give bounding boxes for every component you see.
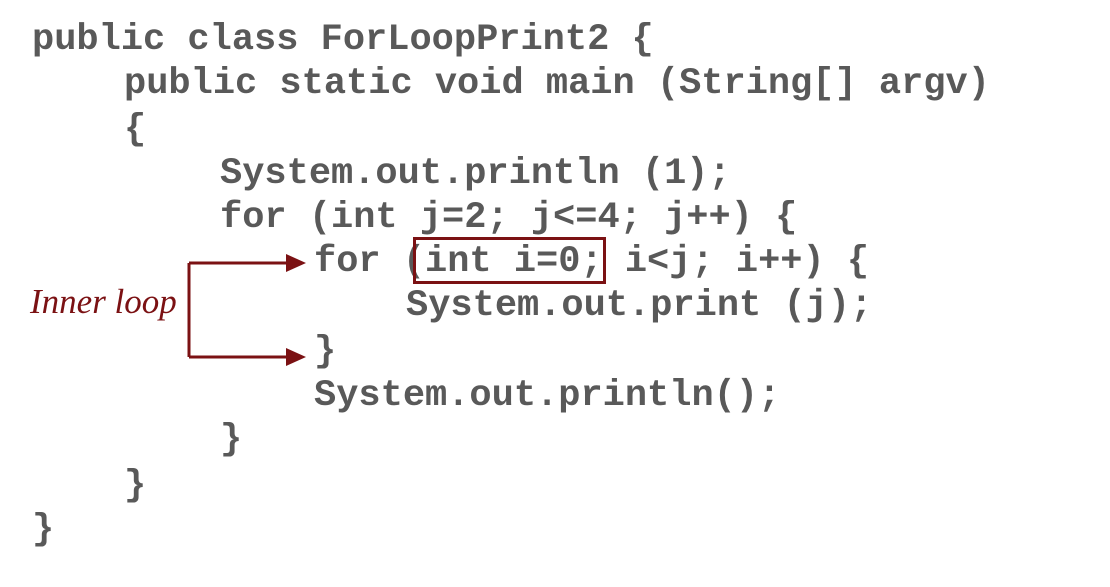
bracket-bottom-arrowhead <box>286 348 306 366</box>
code-line-main-open-brace: { <box>124 109 147 151</box>
inner-loop-label: Inner loop <box>30 282 177 321</box>
code-line-inner-close-brace: } <box>314 331 337 373</box>
code-line-class-close-brace: } <box>32 509 55 551</box>
code-line-println-empty: System.out.println(); <box>314 375 781 417</box>
code-line-outer-close-brace: } <box>220 419 243 461</box>
bracket-top-arrowhead <box>286 254 306 272</box>
code-line-main-signature: public static void main (String[] argv) <box>124 63 990 105</box>
code-line-outer-for: for (int j=2; j<=4; j++) { <box>220 197 798 239</box>
code-line-print-j: System.out.print (j); <box>406 285 873 327</box>
code-line-class-declaration: public class ForLoopPrint2 { <box>32 19 654 61</box>
loop-initializer-highlight-box <box>413 237 606 284</box>
code-line-main-close-brace: } <box>124 465 147 507</box>
code-line-println-one: System.out.println (1); <box>220 153 731 195</box>
